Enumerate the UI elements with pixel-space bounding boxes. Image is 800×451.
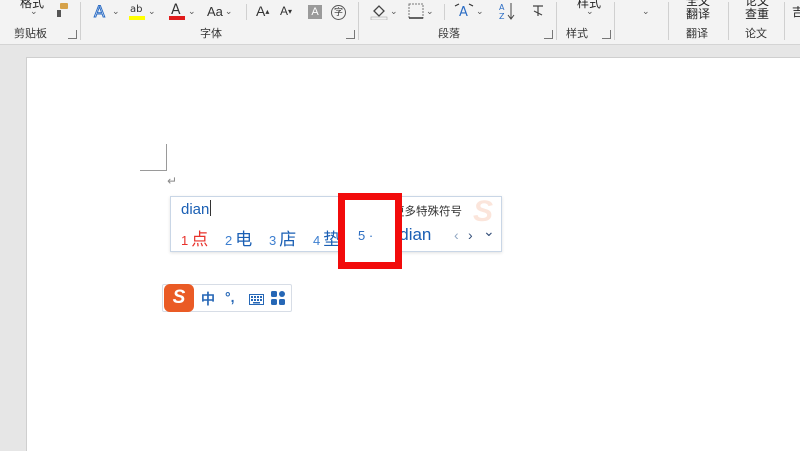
divider: [784, 2, 785, 40]
highlighted-candidate-text: 5 ·: [358, 228, 374, 243]
next-page-icon[interactable]: ›: [468, 227, 473, 243]
divider: [556, 2, 557, 40]
translate-group-label: 翻译: [686, 28, 708, 40]
shading-button[interactable]: ⌄: [370, 1, 398, 21]
candidate-2[interactable]: 2电: [225, 225, 252, 250]
divider: [728, 2, 729, 40]
chevron-down-icon: ⌄: [224, 5, 233, 16]
asian-layout-icon: [533, 5, 543, 16]
text-caret: [210, 200, 212, 216]
clipboard-launcher-icon[interactable]: [68, 30, 77, 39]
clipboard-group-label: 剪贴板: [14, 28, 47, 40]
paragraph-launcher-icon[interactable]: [544, 30, 553, 39]
divider: [80, 2, 81, 40]
character-scaling-button[interactable]: A ⌄: [454, 1, 484, 21]
more-special-symbols-link[interactable]: 更多特殊符号: [393, 203, 462, 219]
borders-button[interactable]: ⌄: [408, 1, 434, 21]
candidate-text: 点: [191, 230, 209, 249]
candidate-text: dian: [399, 225, 432, 244]
chevron-down-icon: ⌄: [390, 5, 398, 16]
chevron-down-icon[interactable]: ⌄: [30, 6, 38, 17]
candidate-text: 电: [235, 230, 253, 249]
composition-string: dian: [181, 201, 210, 218]
paint-bucket-icon: [370, 5, 388, 20]
sogou-logo-icon[interactable]: S: [164, 284, 194, 312]
prev-page-icon[interactable]: ‹: [454, 227, 459, 243]
ime-composition-text: dian: [181, 200, 212, 218]
phonetic-guide-button[interactable]: 字: [331, 2, 346, 22]
candidate-text: 店: [279, 230, 297, 249]
divider: [444, 4, 445, 20]
text-effects-button[interactable]: A ⌄: [92, 1, 120, 21]
keyboard-icon[interactable]: [249, 292, 264, 310]
asian-layout-button[interactable]: [530, 1, 546, 21]
toolbox-icon[interactable]: [271, 291, 285, 310]
font-color-button[interactable]: A ⌄: [168, 1, 196, 21]
sort-button[interactable]: AZ: [498, 1, 516, 21]
styles-group-label: 样式: [566, 28, 588, 40]
grow-font-label: A: [256, 3, 266, 19]
ribbon: 格式 ⌄ 剪贴板 A ⌄ ab ⌄ A ⌄ Aa ⌄ A ▴ A ▾ A 字 字体 …: [0, 0, 800, 45]
candidate-number: 1: [181, 233, 189, 248]
candidate-1[interactable]: 1点: [181, 225, 208, 250]
sort-icon: AZ: [499, 3, 515, 21]
divider: [668, 2, 669, 40]
candidate-4[interactable]: 4垫: [313, 225, 340, 250]
character-shading-button[interactable]: A: [308, 2, 322, 22]
char-scaling-icon: A: [454, 3, 474, 20]
font-color-icon: A: [169, 2, 185, 20]
char-shading-label: A: [308, 5, 322, 19]
ime-status-bar[interactable]: S 中 °,: [162, 284, 292, 312]
chevron-down-icon: ⌄: [112, 5, 120, 16]
grow-font-button[interactable]: A ▴: [256, 1, 269, 21]
paper-group-label: 论文: [745, 28, 767, 40]
svg-text:A: A: [459, 5, 468, 20]
crop-mark: [166, 144, 167, 170]
paragraph-mark: ↵: [167, 174, 178, 188]
punctuation-toggle[interactable]: °,: [225, 289, 235, 305]
divider: [614, 2, 615, 40]
chevron-down-icon: ⌄: [426, 5, 434, 16]
translate-button[interactable]: 翻译: [686, 5, 710, 22]
styles-launcher-icon[interactable]: [602, 30, 611, 39]
chevron-down-icon[interactable]: ⌄: [642, 6, 650, 17]
candidate-number: 4: [313, 233, 321, 248]
divider: [358, 2, 359, 40]
svg-text:A: A: [171, 2, 181, 18]
candidate-number: 2: [225, 233, 233, 248]
phonetic-label: 字: [331, 4, 346, 20]
change-case-button[interactable]: Aa ⌄: [207, 1, 232, 21]
overflow-button[interactable]: 吉: [792, 3, 800, 20]
highlight-color-button[interactable]: ab ⌄: [128, 1, 156, 21]
highlighter-icon: ab: [129, 4, 145, 20]
change-case-label: Aa: [207, 3, 223, 19]
chevron-down-icon: ⌄: [188, 5, 196, 16]
format-painter-icon[interactable]: [54, 2, 70, 23]
svg-text:ab: ab: [130, 4, 142, 15]
paragraph-group-label: 段落: [438, 28, 460, 40]
svg-text:A: A: [499, 3, 505, 12]
chevron-down-icon[interactable]: ⌄: [586, 6, 594, 17]
crop-mark: [140, 170, 167, 171]
candidate-number: 3: [269, 233, 277, 248]
candidate-3[interactable]: 3店: [269, 225, 296, 250]
chevron-down-icon: ⌄: [476, 5, 484, 16]
borders-icon: [408, 3, 424, 19]
font-group-label: 字体: [200, 28, 222, 40]
font-launcher-icon[interactable]: [346, 30, 355, 39]
document-margin: [0, 45, 26, 450]
divider: [246, 4, 247, 20]
chevron-down-icon: ⌄: [148, 5, 156, 16]
text-effects-icon: A: [94, 2, 106, 20]
shrink-font-label: A: [280, 4, 289, 18]
svg-text:A: A: [94, 2, 105, 20]
svg-text:Z: Z: [499, 12, 505, 21]
shrink-font-button[interactable]: A ▾: [280, 1, 292, 21]
chinese-mode-toggle[interactable]: 中: [201, 289, 215, 309]
ime-candidate-window: dian 更多特殊符号 S 1点 2电 3店 4垫 5· 6dian ‹ › ⌄: [170, 196, 502, 252]
expand-candidates-icon[interactable]: ⌄: [483, 223, 495, 240]
document-page[interactable]: [26, 57, 800, 451]
plagiarism-check-button[interactable]: 查重: [745, 5, 769, 22]
